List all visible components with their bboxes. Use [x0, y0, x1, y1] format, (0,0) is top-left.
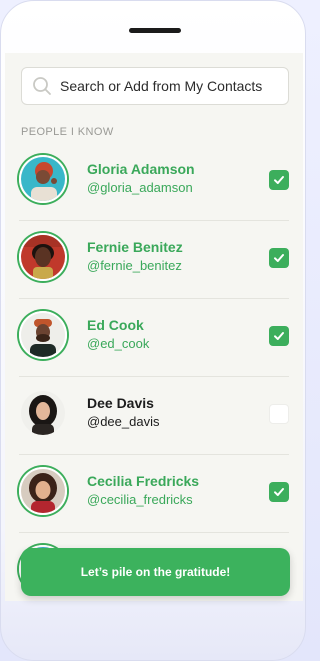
speaker-notch: [129, 28, 181, 33]
search-icon: [33, 77, 51, 95]
select-checkbox[interactable]: [269, 404, 289, 424]
avatar: [19, 467, 67, 515]
checkmark-icon: [274, 332, 284, 340]
contact-name: Fernie Benitez: [87, 239, 183, 255]
contact-handle: @gloria_adamson: [87, 180, 193, 195]
contact-handle: @cecilia_fredricks: [87, 492, 193, 507]
select-checkbox[interactable]: [269, 170, 289, 190]
search-bar[interactable]: [21, 67, 289, 105]
app-screen: PEOPLE I KNOW Gloria Adamson @gloria_ada…: [5, 53, 303, 601]
select-checkbox[interactable]: [269, 482, 289, 502]
avatar: [19, 155, 67, 203]
list-item-contact[interactable]: Fernie Benitez @fernie_benitez: [19, 221, 289, 299]
contact-name: Gloria Adamson: [87, 161, 195, 177]
contact-list: Gloria Adamson @gloria_adamson Fernie Be…: [5, 143, 303, 601]
contact-handle: @ed_cook: [87, 336, 150, 351]
select-checkbox[interactable]: [269, 326, 289, 346]
list-item-contact[interactable]: Dee Davis @dee_davis: [19, 377, 289, 455]
checkmark-icon: [274, 254, 284, 262]
pile-on-gratitude-button[interactable]: Let’s pile on the gratitude!: [21, 548, 290, 596]
list-item-contact[interactable]: Ed Cook @ed_cook: [19, 299, 289, 377]
select-checkbox[interactable]: [269, 248, 289, 268]
avatar: [19, 311, 67, 359]
section-label-people: PEOPLE I KNOW: [21, 126, 114, 138]
checkmark-icon: [274, 488, 284, 496]
contact-name: Dee Davis: [87, 395, 154, 411]
search-input[interactable]: [60, 78, 288, 94]
phone-frame: PEOPLE I KNOW Gloria Adamson @gloria_ada…: [0, 0, 306, 661]
contact-name: Cecilia Fredricks: [87, 473, 200, 489]
checkmark-icon: [274, 176, 284, 184]
avatar: [19, 233, 67, 281]
avatar: [19, 389, 67, 437]
list-item-contact[interactable]: Gloria Adamson @gloria_adamson: [19, 143, 289, 221]
contact-handle: @dee_davis: [87, 414, 160, 429]
contact-name: Ed Cook: [87, 317, 144, 333]
contact-handle: @fernie_benitez: [87, 258, 182, 273]
list-item-contact[interactable]: Cecilia Fredricks @cecilia_fredricks: [19, 455, 289, 533]
